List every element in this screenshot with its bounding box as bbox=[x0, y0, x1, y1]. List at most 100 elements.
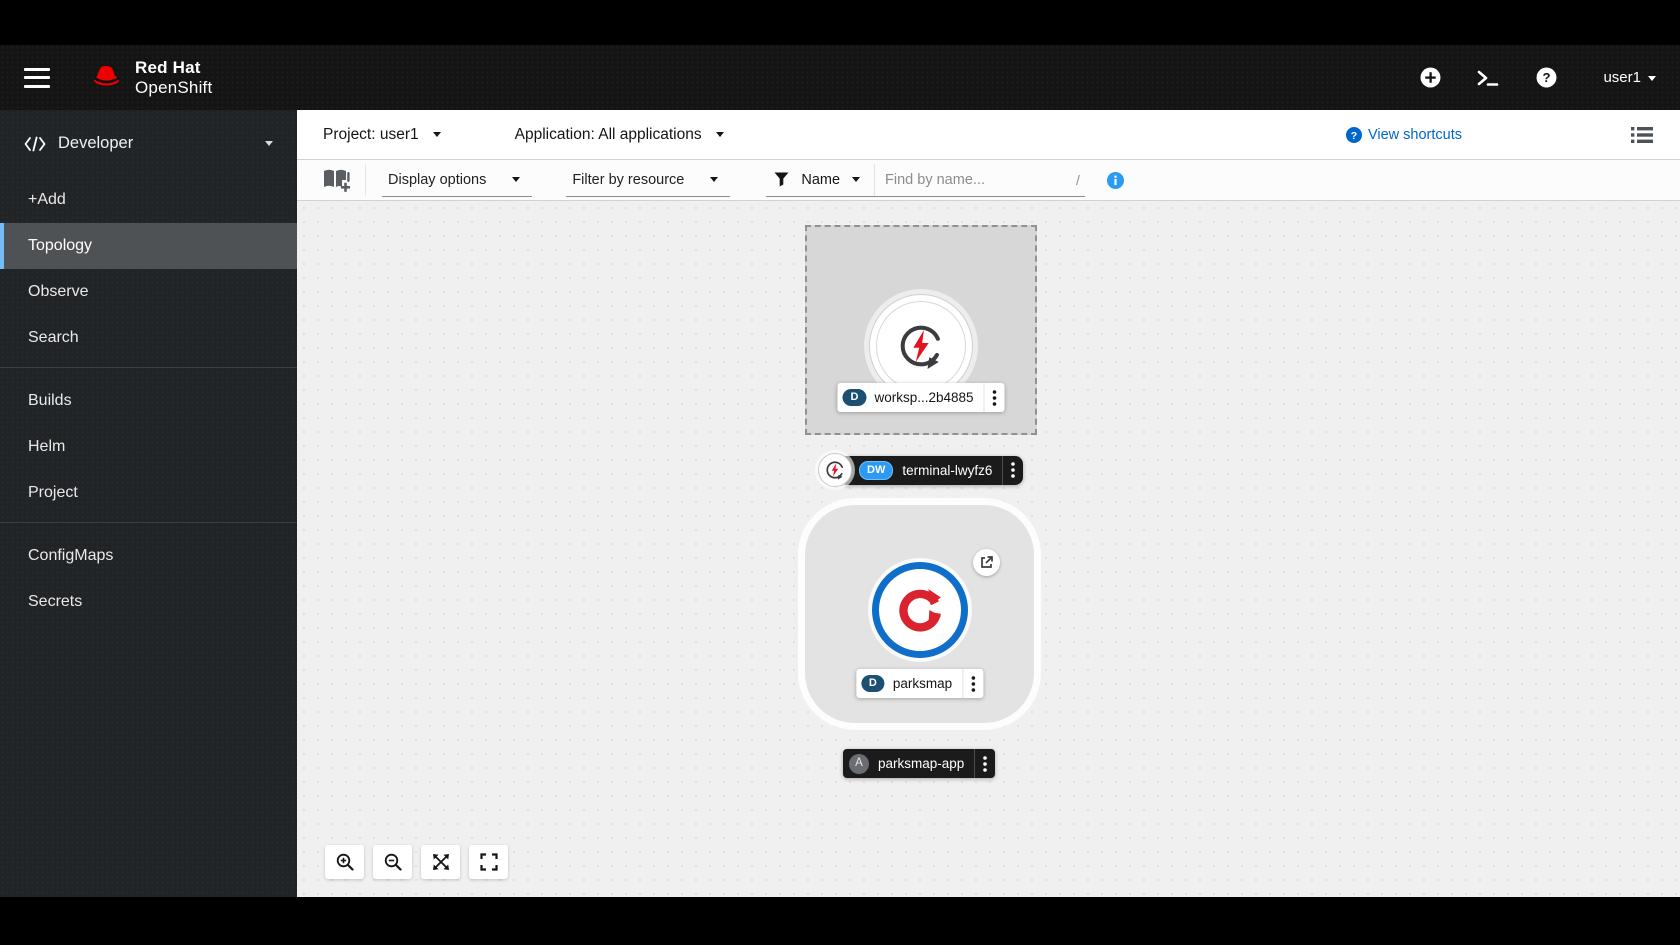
help-icon[interactable]: ? bbox=[1535, 67, 1557, 89]
workspace-node-name: worksp...2b4885 bbox=[874, 390, 983, 405]
svg-text:?: ? bbox=[1542, 70, 1550, 85]
list-icon bbox=[1630, 125, 1654, 145]
sidebar: Developer +Add Topology Observe Search B… bbox=[0, 110, 297, 897]
help-circle-icon: ? bbox=[1346, 127, 1362, 143]
perspective-label: Developer bbox=[58, 134, 133, 153]
perspective-switcher[interactable]: Developer bbox=[0, 114, 297, 171]
deployment-badge: D bbox=[861, 675, 885, 692]
view-shortcuts-link[interactable]: ? View shortcuts bbox=[1346, 127, 1462, 143]
brand-line1: Red Hat bbox=[135, 58, 212, 77]
terminal-node-label[interactable]: DW terminal-lwyfz6 bbox=[839, 456, 1023, 485]
chevron-down-icon bbox=[716, 132, 724, 137]
zoom-out-button[interactable] bbox=[373, 845, 412, 879]
application-badge: A bbox=[849, 754, 869, 774]
chevron-down-icon bbox=[1648, 76, 1656, 81]
hamburger-menu-icon[interactable] bbox=[24, 68, 50, 88]
terminal-node-name: terminal-lwyfz6 bbox=[902, 463, 1002, 478]
sidebar-divider bbox=[0, 522, 297, 523]
topology-toolbar: Display options Filter by resource Name bbox=[297, 160, 1680, 201]
zoom-in-icon bbox=[336, 853, 354, 871]
info-icon bbox=[1107, 172, 1124, 189]
svg-text:?: ? bbox=[1351, 129, 1357, 141]
workspace-bolt-icon bbox=[824, 459, 846, 481]
book-plus-icon bbox=[321, 168, 351, 194]
filter-type-dropdown[interactable]: Name bbox=[766, 164, 875, 196]
expand-arrows-icon bbox=[432, 853, 450, 871]
chevron-down-icon bbox=[265, 141, 273, 146]
deployment-badge: D bbox=[842, 389, 866, 406]
parksmap-node-label[interactable]: D parksmap bbox=[856, 669, 983, 698]
fit-to-screen-button[interactable] bbox=[421, 845, 460, 879]
fullscreen-brackets-icon bbox=[480, 853, 498, 871]
terminal-node[interactable] bbox=[818, 453, 852, 487]
code-icon bbox=[24, 136, 46, 152]
external-link-icon bbox=[980, 556, 993, 569]
brand-line2: OpenShift bbox=[135, 78, 212, 97]
kebab-menu-icon[interactable] bbox=[1003, 456, 1023, 485]
parksmap-node[interactable] bbox=[872, 562, 968, 658]
terminal-icon[interactable] bbox=[1477, 67, 1499, 89]
sidebar-item-observe[interactable]: Observe bbox=[0, 269, 297, 315]
display-options-dropdown[interactable]: Display options bbox=[382, 164, 532, 197]
filter-funnel-icon bbox=[774, 172, 789, 187]
masthead-actions: ? user1 bbox=[1419, 67, 1656, 89]
parksmap-node-name: parksmap bbox=[893, 676, 962, 691]
chevron-down-icon bbox=[710, 177, 718, 182]
username: user1 bbox=[1603, 69, 1641, 86]
application-group-label-row: A parksmap-app bbox=[843, 749, 995, 778]
redhat-hat-icon bbox=[88, 65, 126, 91]
sidebar-item-project[interactable]: Project bbox=[0, 470, 297, 516]
filter-info-button[interactable] bbox=[1107, 172, 1124, 189]
workspace-node-group[interactable]: D worksp...2b4885 bbox=[805, 225, 1037, 435]
fullscreen-button[interactable] bbox=[469, 845, 508, 879]
sidebar-item-add[interactable]: +Add bbox=[0, 177, 297, 223]
sidebar-item-helm[interactable]: Helm bbox=[0, 424, 297, 470]
project-selector[interactable]: Project: user1 bbox=[323, 126, 441, 144]
sidebar-item-configmaps[interactable]: ConfigMaps bbox=[0, 533, 297, 579]
open-url-decorator[interactable] bbox=[973, 549, 1000, 576]
workspace-bolt-icon bbox=[895, 320, 947, 372]
filter-by-resource-label: Filter by resource bbox=[572, 172, 684, 188]
display-options-label: Display options bbox=[388, 172, 486, 188]
canvas-controls bbox=[325, 845, 508, 879]
application-group-label[interactable]: A parksmap-app bbox=[843, 749, 995, 778]
chevron-down-icon bbox=[512, 177, 520, 182]
user-menu[interactable]: user1 bbox=[1603, 69, 1656, 86]
sidebar-item-secrets[interactable]: Secrets bbox=[0, 579, 297, 625]
kebab-menu-icon[interactable] bbox=[975, 749, 995, 778]
openshift-logo-icon bbox=[897, 587, 943, 633]
project-selector-label: Project: user1 bbox=[323, 126, 419, 144]
chevron-down-icon bbox=[852, 177, 860, 182]
parksmap-app-group[interactable]: D parksmap bbox=[805, 505, 1034, 723]
openshift-console: Red Hat OpenShift ? user1 bbox=[0, 45, 1680, 897]
application-selector-label: Application: All applications bbox=[515, 126, 702, 144]
quick-add-catalog-button[interactable] bbox=[315, 164, 366, 196]
find-filter-group: Name / bbox=[766, 164, 1085, 197]
brand-text: Red Hat OpenShift bbox=[135, 58, 212, 96]
brand-logo: Red Hat OpenShift bbox=[88, 58, 212, 96]
topology-canvas[interactable]: D worksp...2b4885 DW term bbox=[297, 201, 1680, 897]
context-bar: Project: user1 Application: All applicat… bbox=[297, 110, 1680, 160]
filter-by-resource-dropdown[interactable]: Filter by resource bbox=[566, 164, 730, 197]
sidebar-item-topology[interactable]: Topology bbox=[0, 223, 297, 269]
sidebar-item-search[interactable]: Search bbox=[0, 315, 297, 361]
list-view-toggle[interactable] bbox=[1630, 125, 1654, 145]
masthead: Red Hat OpenShift ? user1 bbox=[0, 45, 1680, 110]
zoom-in-button[interactable] bbox=[325, 845, 364, 879]
view-shortcuts-label: View shortcuts bbox=[1368, 127, 1462, 143]
sidebar-item-builds[interactable]: Builds bbox=[0, 378, 297, 424]
devworkspace-badge: DW bbox=[859, 461, 893, 480]
keyboard-shortcut-hint: / bbox=[1072, 172, 1084, 188]
chevron-down-icon bbox=[433, 132, 441, 137]
kebab-menu-icon[interactable] bbox=[985, 383, 1005, 412]
add-plus-circle-icon[interactable] bbox=[1419, 67, 1441, 89]
application-selector[interactable]: Application: All applications bbox=[515, 126, 724, 144]
filter-type-label: Name bbox=[801, 172, 840, 188]
application-group-name: parksmap-app bbox=[878, 756, 974, 771]
zoom-out-icon bbox=[384, 853, 402, 871]
main-content: Project: user1 Application: All applicat… bbox=[297, 110, 1680, 897]
workspace-node-label[interactable]: D worksp...2b4885 bbox=[837, 383, 1004, 412]
kebab-menu-icon[interactable] bbox=[963, 669, 983, 698]
find-by-name-input[interactable] bbox=[885, 172, 1072, 188]
terminal-node-row: DW terminal-lwyfz6 bbox=[818, 453, 1023, 487]
